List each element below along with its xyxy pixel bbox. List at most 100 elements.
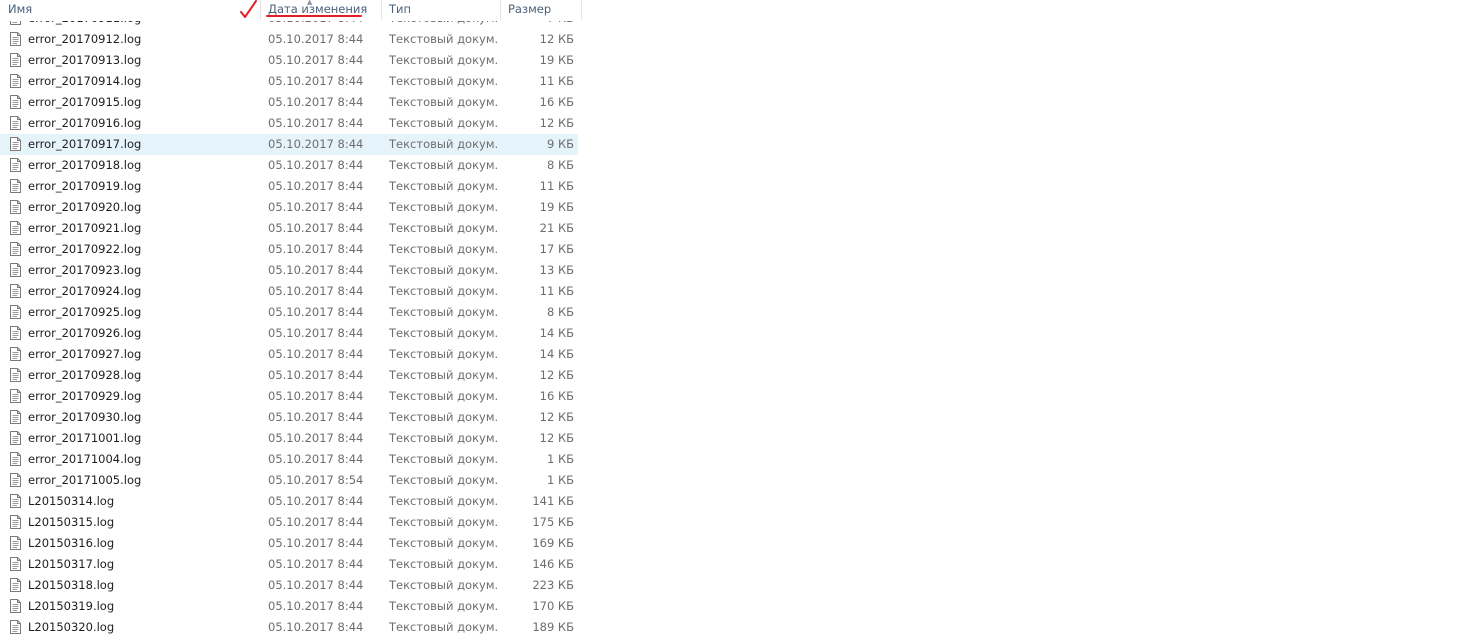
file-list: error_20170911.log 05.10.2017 8:44 Текст… [0,8,582,638]
file-row[interactable]: error_20170917.log 05.10.2017 8:44 Текст… [0,134,578,155]
file-row[interactable]: L20150319.log 05.10.2017 8:44 Текстовый … [0,596,578,617]
text-document-icon [10,92,22,113]
file-name: error_20170928.log [28,368,142,382]
file-row[interactable]: L20150315.log 05.10.2017 8:44 Текстовый … [0,512,578,533]
file-row[interactable]: error_20171005.log 05.10.2017 8:54 Текст… [0,470,578,491]
file-size: 146 КБ [532,557,574,571]
file-row[interactable]: error_20170919.log 05.10.2017 8:44 Текст… [0,176,578,197]
file-type: Текстовый докум... [389,53,497,67]
file-name: error_20170917.log [28,137,142,151]
file-row[interactable]: L20150314.log 05.10.2017 8:44 Текстовый … [0,491,578,512]
file-row[interactable]: error_20170926.log 05.10.2017 8:44 Текст… [0,323,578,344]
text-document-icon [10,50,22,71]
text-document-icon [10,554,22,575]
file-size: 12 КБ [539,32,574,46]
file-name: error_20171005.log [28,473,142,487]
file-date-modified: 05.10.2017 8:44 [268,326,364,340]
file-type: Текстовый докум... [389,620,497,634]
file-row[interactable]: error_20170920.log 05.10.2017 8:44 Текст… [0,197,578,218]
column-header-date-modified[interactable]: Дата изменения [261,0,382,20]
file-type: Текстовый докум... [389,389,497,403]
file-row[interactable]: error_20170912.log 05.10.2017 8:44 Текст… [0,29,578,50]
file-name: error_20170925.log [28,305,142,319]
file-name: L20150319.log [28,599,115,613]
file-size: 16 КБ [539,389,574,403]
file-row[interactable]: L20150320.log 05.10.2017 8:44 Текстовый … [0,617,578,638]
file-type: Текстовый докум... [389,200,497,214]
file-row[interactable]: error_20170915.log 05.10.2017 8:44 Текст… [0,92,578,113]
file-date-modified: 05.10.2017 8:44 [268,179,364,193]
file-size: 11 КБ [539,74,574,88]
file-row[interactable]: L20150316.log 05.10.2017 8:44 Текстовый … [0,533,578,554]
file-date-modified: 05.10.2017 8:44 [268,431,364,445]
file-name: L20150314.log [28,494,115,508]
file-row[interactable]: error_20170922.log 05.10.2017 8:44 Текст… [0,239,578,260]
file-date-modified: 05.10.2017 8:44 [268,368,364,382]
file-date-modified: 05.10.2017 8:44 [268,578,364,592]
file-date-modified: 05.10.2017 8:44 [268,452,364,466]
file-row[interactable]: error_20171001.log 05.10.2017 8:44 Текст… [0,428,578,449]
file-row[interactable]: error_20170929.log 05.10.2017 8:44 Текст… [0,386,578,407]
file-row[interactable]: error_20170918.log 05.10.2017 8:44 Текст… [0,155,578,176]
file-name: L20150316.log [28,536,115,550]
file-name: error_20170912.log [28,32,142,46]
file-row[interactable]: error_20170914.log 05.10.2017 8:44 Текст… [0,71,578,92]
file-name: error_20170918.log [28,158,142,172]
file-size: 17 КБ [539,242,574,256]
file-row[interactable]: error_20170925.log 05.10.2017 8:44 Текст… [0,302,578,323]
file-size: 170 КБ [532,599,574,613]
file-name: error_20170916.log [28,116,142,130]
text-document-icon [10,386,22,407]
file-row[interactable]: error_20171004.log 05.10.2017 8:44 Текст… [0,449,578,470]
text-document-icon [10,239,22,260]
file-type: Текстовый докум... [389,32,497,46]
file-row[interactable]: L20150317.log 05.10.2017 8:44 Текстовый … [0,554,578,575]
column-header-type[interactable]: Тип [382,0,501,20]
file-date-modified: 05.10.2017 8:44 [268,137,364,151]
file-name: error_20171004.log [28,452,142,466]
file-row[interactable]: error_20170928.log 05.10.2017 8:44 Текст… [0,365,578,386]
text-document-icon [10,428,22,449]
text-document-icon [10,491,22,512]
file-size: 19 КБ [539,200,574,214]
text-document-icon [10,596,22,617]
column-header-size[interactable]: Размер [501,0,582,20]
file-row[interactable]: error_20170913.log 05.10.2017 8:44 Текст… [0,50,578,71]
file-date-modified: 05.10.2017 8:44 [268,620,364,634]
file-type: Текстовый докум... [389,536,497,550]
file-date-modified: 05.10.2017 8:44 [268,95,364,109]
text-document-icon [10,218,22,239]
red-underline-annotation [266,15,362,17]
file-row[interactable]: error_20170916.log 05.10.2017 8:44 Текст… [0,113,578,134]
file-row[interactable]: error_20170921.log 05.10.2017 8:44 Текст… [0,218,578,239]
file-date-modified: 05.10.2017 8:44 [268,53,364,67]
file-type: Текстовый докум... [389,221,497,235]
file-row[interactable]: error_20170923.log 05.10.2017 8:44 Текст… [0,260,578,281]
file-size: 14 КБ [539,347,574,361]
column-header-type-label: Тип [389,2,412,16]
file-type: Текстовый докум... [389,74,497,88]
column-header-date-label: Дата изменения [268,2,368,16]
file-size: 11 КБ [539,179,574,193]
file-name: error_20170927.log [28,347,142,361]
file-date-modified: 05.10.2017 8:44 [268,242,364,256]
file-name: error_20170923.log [28,263,142,277]
file-row[interactable]: error_20170924.log 05.10.2017 8:44 Текст… [0,281,578,302]
column-header-name[interactable]: Имя [0,0,261,20]
file-date-modified: 05.10.2017 8:44 [268,347,364,361]
file-name: L20150318.log [28,578,115,592]
text-document-icon [10,302,22,323]
file-date-modified: 05.10.2017 8:44 [268,515,364,529]
file-name: error_20170929.log [28,389,142,403]
file-size: 11 КБ [539,284,574,298]
file-type: Текстовый докум... [389,515,497,529]
file-name: error_20170915.log [28,95,142,109]
text-document-icon [10,449,22,470]
file-row[interactable]: error_20170930.log 05.10.2017 8:44 Текст… [0,407,578,428]
file-row[interactable]: L20150318.log 05.10.2017 8:44 Текстовый … [0,575,578,596]
file-row[interactable]: error_20170927.log 05.10.2017 8:44 Текст… [0,344,578,365]
file-type: Текстовый докум... [389,305,497,319]
file-type: Текстовый докум... [389,452,497,466]
file-type: Текстовый докум... [389,494,497,508]
file-date-modified: 05.10.2017 8:44 [268,221,364,235]
